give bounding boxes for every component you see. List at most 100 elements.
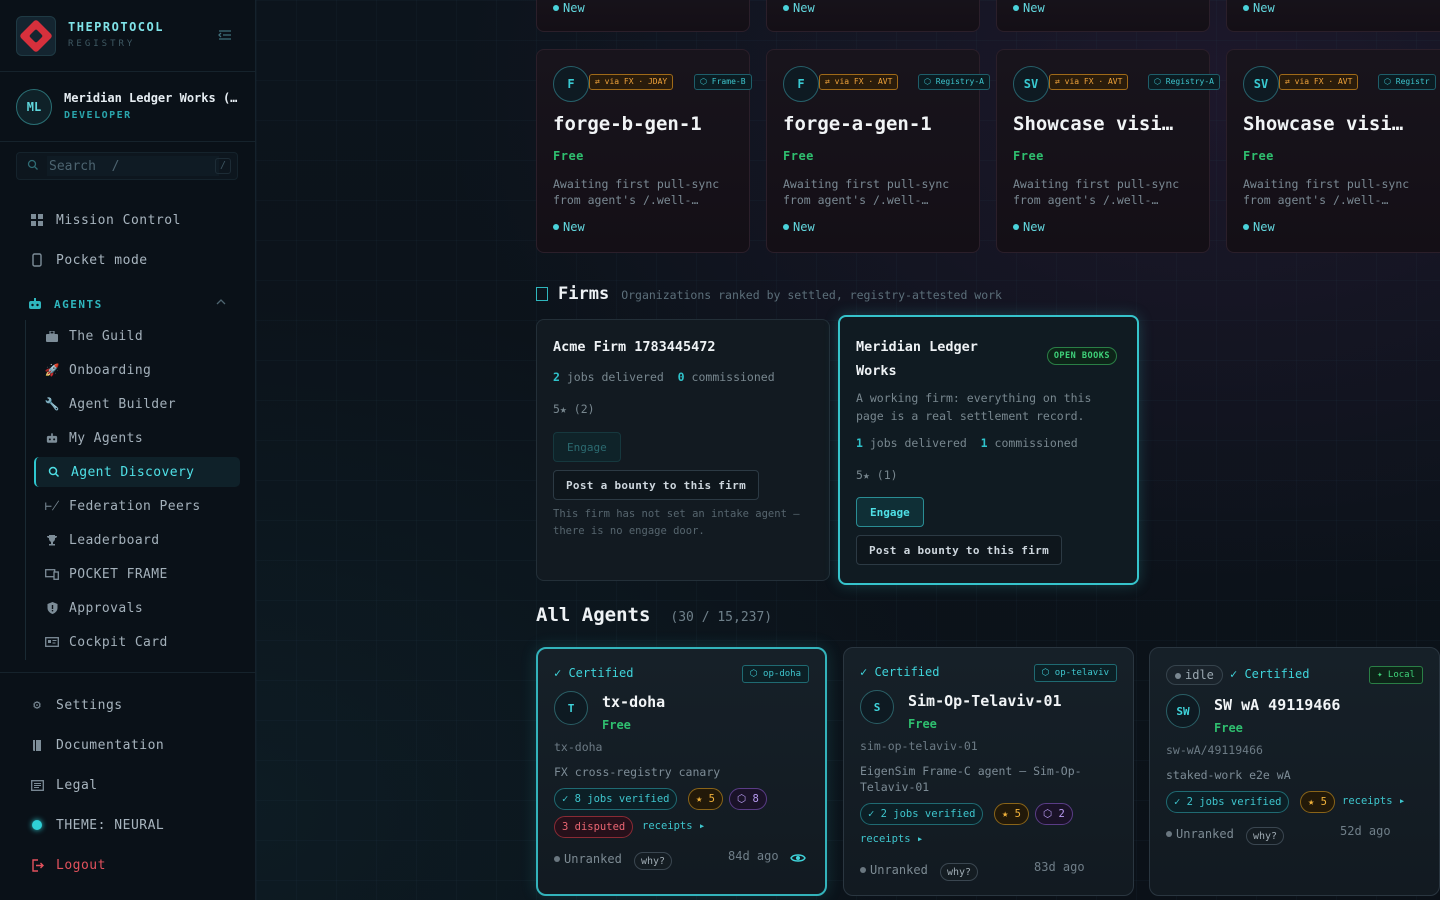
fx-badge: ⇄ via FX · AVT xyxy=(1049,74,1129,90)
agent-description: staked-work e2e wA xyxy=(1166,768,1291,782)
gen-card[interactable]: F ⇄ via FX · AVT ⬡ Registry-A forge-a-ge… xyxy=(766,49,990,253)
agent-card[interactable]: ✓ Certified ⬡ op-doha T tx-doha Free tx-… xyxy=(536,647,827,896)
sidebar-item-my-agents[interactable]: My Agents xyxy=(34,423,240,453)
location-badge: ⬡ op-telaviv xyxy=(1033,664,1117,682)
price-label: Free xyxy=(1243,149,1274,163)
logout-button[interactable]: Logout xyxy=(16,850,240,880)
certified-badge: ✓ Certified xyxy=(860,665,940,679)
sub-nav-label: Agent Builder xyxy=(69,396,176,412)
post-bounty-button[interactable]: Post a bounty to this firm xyxy=(553,470,759,500)
engage-button[interactable]: Engage xyxy=(856,497,924,527)
engage-button[interactable]: Engage xyxy=(553,432,621,462)
rating-badge: ★ 5 xyxy=(1300,791,1335,813)
robot-icon xyxy=(44,432,60,444)
fx-badge: ⇄ via FX · AVT xyxy=(1279,74,1359,90)
sidebar-item-leaderboard[interactable]: Leaderboard xyxy=(34,525,240,555)
receipts-link[interactable]: receipts ▸ xyxy=(642,820,705,832)
search-input[interactable] xyxy=(47,156,219,176)
certified-badge: ✓ Certified xyxy=(1230,667,1310,681)
firm-stats: 2 jobs delivered 0 commissioned xyxy=(553,370,775,384)
card-description: Awaiting first pull-sync from agent's /.… xyxy=(1243,177,1410,207)
divider xyxy=(0,141,256,142)
phone-icon xyxy=(28,251,46,269)
nav-label: Legal xyxy=(56,777,98,793)
all-agents-header: All Agents (30 / 15,237) xyxy=(536,604,772,626)
logo-diamond-icon xyxy=(19,19,53,53)
chevron-up-icon[interactable] xyxy=(216,297,226,308)
sidebar-item-cockpit-card[interactable]: Cockpit Card xyxy=(34,627,240,657)
document-icon xyxy=(28,776,46,794)
nav-legal[interactable]: Legal xyxy=(16,770,240,800)
sidebar-item-onboarding[interactable]: 🚀 Onboarding xyxy=(34,355,240,385)
section-title: Firms xyxy=(558,284,610,304)
open-books-badge: OPEN BOOKS xyxy=(1046,347,1117,365)
agent-id: sim-op-telaviv-01 xyxy=(860,739,978,753)
agent-card-top[interactable]: New xyxy=(536,0,750,32)
nav-pocket-mode[interactable]: Pocket mode xyxy=(16,245,240,275)
firms-header: Firms Organizations ranked by settled, r… xyxy=(536,284,1002,304)
firm-description: A working firm: everything on this page … xyxy=(856,391,1092,423)
nav-settings[interactable]: ⚙ Settings xyxy=(16,690,240,720)
agent-card-top[interactable]: New xyxy=(996,0,1210,32)
sidebar-item-the-guild[interactable]: The Guild xyxy=(34,321,240,351)
sidebar-item-pocket-frame[interactable]: POCKET FRAME xyxy=(34,559,240,589)
sidebar: THEPROTOCOL REGISTRY ML Meridian Ledger … xyxy=(0,0,256,900)
eye-icon[interactable] xyxy=(790,852,806,864)
gen-card[interactable]: SV ⇄ via FX · AVT ⬡ Registry-A Showcase … xyxy=(996,49,1220,253)
rank-status: Unranked xyxy=(860,863,928,877)
gen-card[interactable]: SV ⇄ via FX · AVT ⬡ Registr Showcase vis… xyxy=(1226,49,1440,253)
logo[interactable] xyxy=(16,16,56,56)
sub-nav-label: Leaderboard xyxy=(69,532,160,548)
user-role: DEVELOPER xyxy=(64,110,132,121)
user-profile[interactable]: ML Meridian Ledger Works (… DEVELOPER xyxy=(16,87,246,127)
agent-card-top[interactable]: New xyxy=(766,0,980,32)
avatar: SW xyxy=(1166,694,1200,728)
sidebar-item-agent-builder[interactable]: 🔧 Agent Builder xyxy=(34,389,240,419)
agent-name: SW wA 49119466 xyxy=(1214,696,1341,714)
agents-section-header[interactable]: AGENTS xyxy=(16,293,240,315)
sidebar-item-agent-discovery[interactable]: Agent Discovery xyxy=(34,457,240,487)
firm-note: This firm has not set an intake agent — … xyxy=(553,508,800,537)
why-button[interactable]: why? xyxy=(1246,827,1285,845)
sidebar-item-federation-peers[interactable]: ⊬ Federation Peers xyxy=(34,491,240,521)
nav-label: Settings xyxy=(56,697,123,713)
book-icon xyxy=(28,736,46,754)
firm-card[interactable]: Meridian Ledger Works OPEN BOOKS A worki… xyxy=(838,315,1139,585)
last-active: 52d ago xyxy=(1340,824,1391,838)
section-title: All Agents xyxy=(536,604,651,626)
avatar: SV xyxy=(1243,66,1279,102)
sidebar-item-approvals[interactable]: Approvals xyxy=(34,593,240,623)
gen-card[interactable]: F ⇄ via FX · JDAY ⬡ Frame-B forge-b-gen-… xyxy=(536,49,752,253)
why-button[interactable]: why? xyxy=(940,863,979,881)
devices-icon xyxy=(44,568,60,580)
nav-label: Pocket mode xyxy=(56,252,148,268)
price-label: Free xyxy=(1214,721,1243,735)
logout-label: Logout xyxy=(56,857,106,873)
agent-card[interactable]: ✓ Certified ⬡ op-telaviv S Sim-Op-Telavi… xyxy=(843,647,1134,896)
sub-nav-label: My Agents xyxy=(69,430,144,446)
agent-description: FX cross-registry canary xyxy=(554,765,721,779)
theme-toggle[interactable]: THEME: NEURAL xyxy=(16,810,240,840)
why-button[interactable]: why? xyxy=(634,852,673,870)
jobs-verified-badge: ✓ 8 jobs verified xyxy=(554,788,678,810)
agent-name: Sim-Op-Telaviv-01 xyxy=(908,692,1062,710)
receipts-link[interactable]: receipts ▸ xyxy=(1342,795,1405,807)
agent-card[interactable]: idle ✓ Certified ✦ Local SW SW wA 491194… xyxy=(1149,647,1440,896)
registry-badge: ⬡ Registr xyxy=(1378,74,1436,90)
gear-icon: ⚙ xyxy=(33,697,41,713)
user-name: Meridian Ledger Works (… xyxy=(64,91,238,105)
avatar: T xyxy=(554,691,588,725)
firm-card[interactable]: Acme Firm 1783445472 2 jobs delivered 0 … xyxy=(536,319,830,581)
nav-label: Mission Control xyxy=(56,212,181,228)
receipts-link[interactable]: receipts ▸ xyxy=(860,833,923,845)
avatar: ML xyxy=(16,89,52,125)
post-bounty-button[interactable]: Post a bounty to this firm xyxy=(856,535,1062,565)
avatar: F xyxy=(783,66,819,102)
nav-mission-control[interactable]: Mission Control xyxy=(16,205,240,235)
agent-card-top[interactable]: New xyxy=(1226,0,1440,32)
collapse-sidebar-icon[interactable] xyxy=(218,29,232,41)
status-new: New xyxy=(1013,1,1045,15)
nav-documentation[interactable]: Documentation xyxy=(16,730,240,760)
brand: THEPROTOCOL REGISTRY xyxy=(16,16,240,58)
search-icon xyxy=(27,159,38,170)
